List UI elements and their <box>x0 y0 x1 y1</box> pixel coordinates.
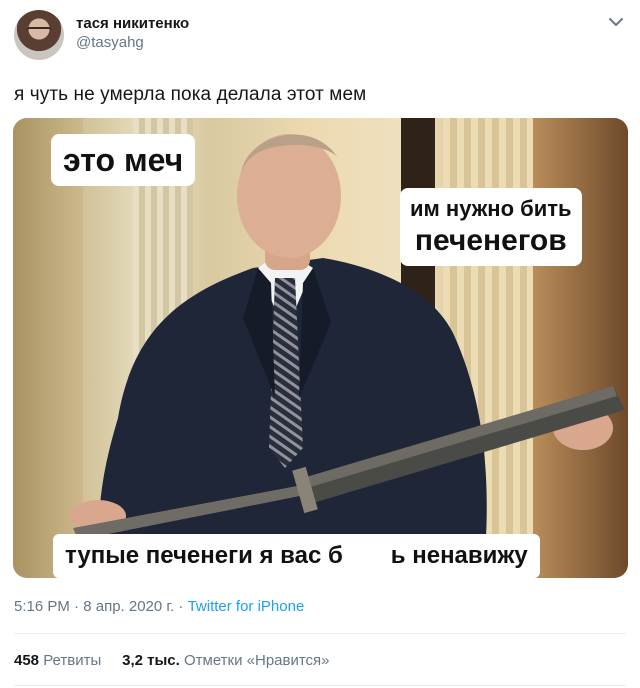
meta-separator: · <box>178 598 184 615</box>
likes-stat[interactable]: 3,2 тыс. Отметки «Нравится» <box>122 652 329 669</box>
person-with-sword-illustration <box>70 134 625 578</box>
meme-caption-bottom-right: ь ненавижу <box>390 542 528 569</box>
divider <box>14 633 626 634</box>
author-display-name[interactable]: тася никитенко <box>76 14 189 33</box>
meme-caption-right: им нужно бить печенегов <box>400 188 582 266</box>
likes-count: 3,2 тыс. <box>122 652 180 669</box>
tweet-timestamp-source: 5:16 PM · 8 апр. 2020 г. · Twitter for i… <box>14 597 304 617</box>
tweet-source-link[interactable]: Twitter for iPhone <box>188 598 305 615</box>
tweet-header: тася никитенко @tasyahg <box>14 10 626 60</box>
likes-label: Отметки «Нравится» <box>183 652 330 669</box>
tweet-text: я чуть не умерла пока делала этот мем <box>14 84 367 105</box>
meme-caption-bottom-left: тупые печенеги я вас б <box>65 542 343 569</box>
tweet-date[interactable]: 8 апр. 2020 г. <box>83 598 174 615</box>
retweets-count: 458 <box>14 652 40 669</box>
author-names: тася никитенко @tasyahg <box>76 14 189 52</box>
tweet-media-image[interactable]: это меч им нужно бить печенегов тупые пе… <box>13 118 628 578</box>
meme-caption-bottom: тупые печенеги я вас б ь ненавижу <box>53 534 540 578</box>
chevron-down-icon[interactable] <box>606 12 626 32</box>
tweet-stats: 458 Ретвиты 3,2 тыс. Отметки «Нравится» <box>14 651 330 671</box>
meta-separator: · <box>74 598 80 615</box>
avatar-glasses <box>26 27 52 37</box>
author-handle[interactable]: @tasyahg <box>76 33 189 52</box>
divider <box>14 685 626 686</box>
tweet-time[interactable]: 5:16 PM <box>14 598 70 615</box>
meme-caption-right-line1: им нужно бить <box>410 196 572 221</box>
meme-caption-top-left: это меч <box>51 134 196 186</box>
retweets-stat[interactable]: 458 Ретвиты <box>14 652 101 669</box>
avatar[interactable] <box>14 10 64 60</box>
meme-caption-right-line2: печенегов <box>414 224 567 257</box>
retweets-label: Ретвиты <box>43 652 102 669</box>
